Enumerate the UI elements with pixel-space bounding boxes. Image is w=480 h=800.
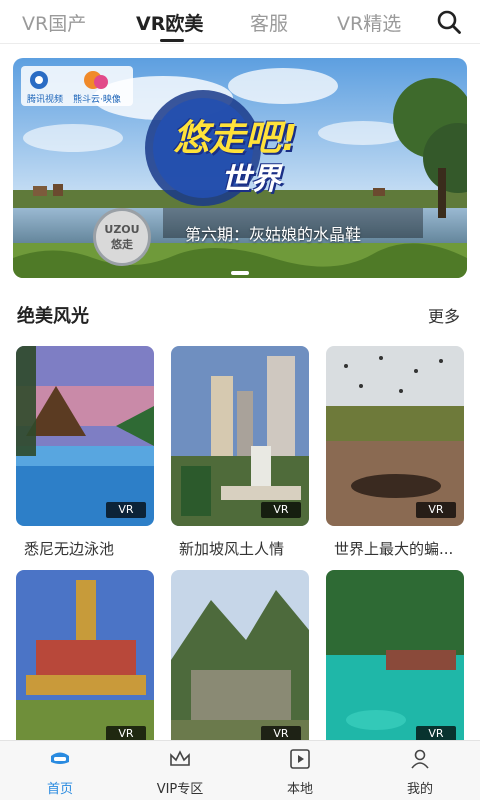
video-thumbnail [16, 570, 154, 750]
vr-tag: VR [106, 502, 146, 518]
vr-tag: VR [416, 502, 456, 518]
video-thumbnail [171, 346, 309, 526]
tab-vr-featured[interactable]: VR精选 [337, 9, 401, 36]
video-title: 悉尼无边泳池 [24, 540, 115, 558]
video-thumbnail [326, 346, 464, 526]
crown-icon [170, 750, 190, 766]
video-thumbnail [171, 570, 309, 750]
top-tab-bar: VR国产 VR欧美 客服 VR精选 [0, 0, 480, 44]
nav-home-label: 首页 [46, 782, 73, 797]
partner-logos: 腾讯视频 熊斗云·映像 [21, 66, 133, 106]
uzou-badge-logo: UZOU 悠走 [93, 208, 151, 266]
active-tab-indicator [160, 39, 184, 42]
more-link[interactable]: 更多 [428, 303, 460, 327]
nav-home[interactable]: 首页 [0, 741, 120, 800]
tab-customer-service[interactable]: 客服 [250, 9, 288, 36]
featured-banner[interactable]: 腾讯视频 熊斗云·映像 悠走吧! 世界 UZOU 悠走 第六期：灰姑娘的水晶鞋 [13, 58, 467, 278]
video-title: 新加坡风土人情 [179, 540, 285, 558]
home-vr-icon [51, 752, 69, 764]
video-thumbnail [16, 346, 154, 526]
carousel-dot-active[interactable] [231, 271, 249, 275]
nav-vip[interactable]: VIP专区 [120, 741, 240, 800]
section-title: 绝美风光 [17, 306, 89, 327]
vr-tag: VR [261, 502, 301, 518]
search-icon[interactable] [436, 9, 462, 35]
partner-logo-right: 熊斗云·映像 [73, 95, 121, 105]
nav-local-label: 本地 [286, 782, 313, 797]
tab-vr-domestic[interactable]: VR国产 [22, 9, 86, 36]
video-title: 世界上最大的蝙... [334, 540, 454, 558]
nav-profile-label: 我的 [406, 782, 433, 797]
banner-show-title-sub: 世界 [221, 162, 281, 197]
nav-vip-label: VIP专区 [156, 782, 204, 797]
video-thumbnail [326, 570, 464, 750]
partner-logo-left: 腾讯视频 [27, 95, 64, 105]
carousel-indicator [13, 260, 467, 278]
tab-vr-western[interactable]: VR欧美 [136, 9, 203, 36]
profile-icon [411, 749, 429, 769]
bottom-navigation: 首页 VIP专区 本地 我的 [0, 740, 480, 800]
nav-local[interactable]: 本地 [240, 741, 360, 800]
local-video-icon [290, 749, 310, 769]
nav-profile[interactable]: 我的 [360, 741, 480, 800]
banner-caption: 第六期：灰姑娘的水晶鞋 [185, 225, 362, 244]
